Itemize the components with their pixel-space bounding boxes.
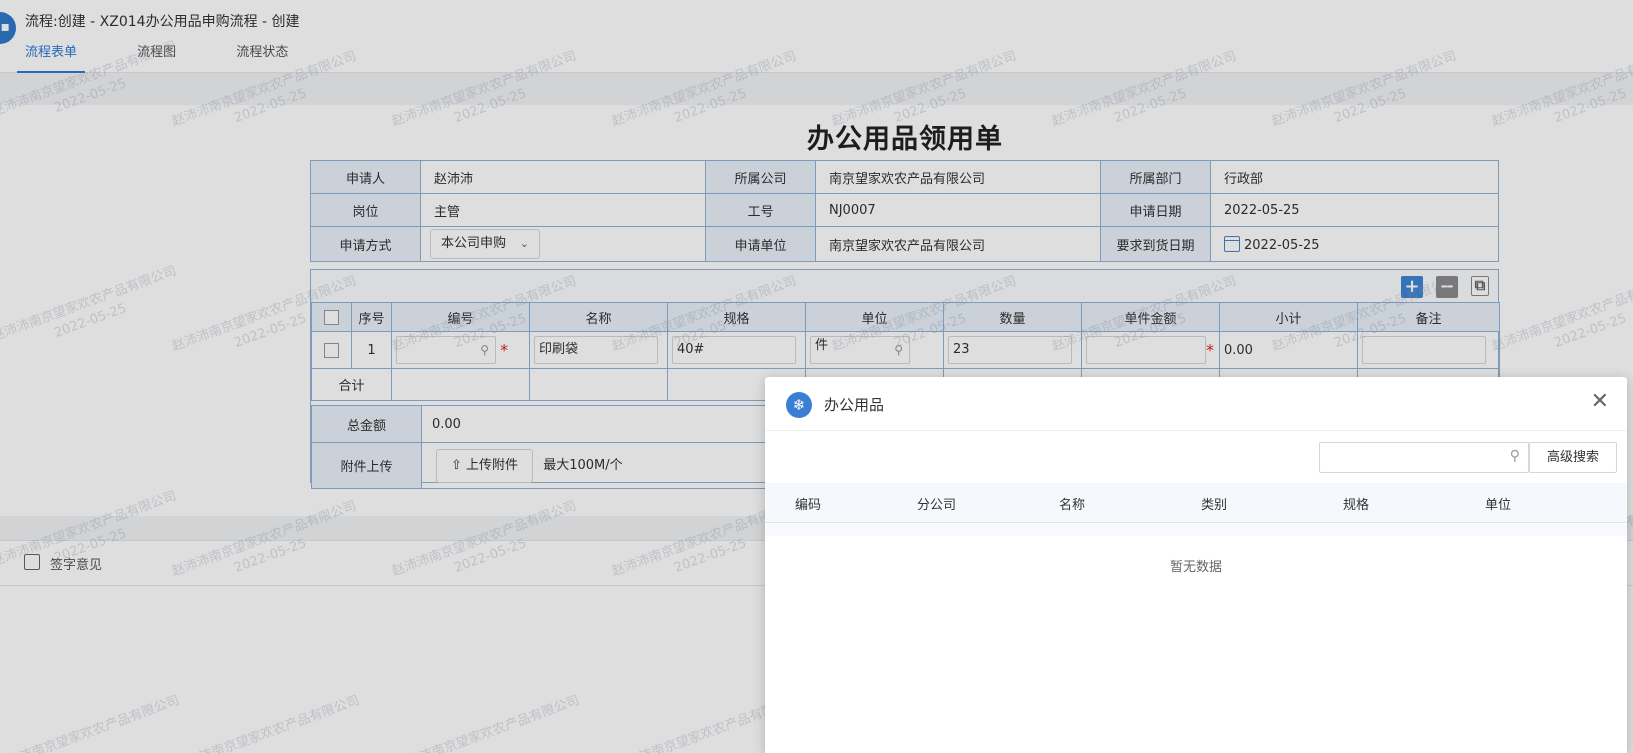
col-header: 名称 — [1059, 498, 1086, 513]
search-input[interactable]: ⚲ — [1319, 442, 1529, 473]
search-icon[interactable]: ⚲ — [1510, 448, 1520, 464]
col-header: 编码 — [795, 498, 822, 513]
col-header: 单位 — [1485, 498, 1512, 513]
close-icon[interactable]: ✕ — [1591, 389, 1609, 414]
grid-band — [765, 524, 1627, 536]
dialog-header: ❄ 办公用品 ✕ — [765, 377, 1627, 431]
dialog-search-bar: ⚲ 高级搜索 — [765, 431, 1627, 483]
snowflake-icon: ❄ — [786, 392, 812, 418]
dialog-grid-header: 编码 分公司 名称 类别 规格 单位 — [765, 483, 1627, 523]
col-header: 类别 — [1201, 498, 1228, 513]
dialog-title: 办公用品 — [824, 396, 885, 414]
advanced-search-button[interactable]: 高级搜索 — [1529, 442, 1617, 473]
office-supplies-dialog: ❄ 办公用品 ✕ ⚲ 高级搜索 编码 分公司 名称 类别 规格 单位 暂无数据 — [765, 377, 1627, 753]
col-header: 分公司 — [917, 498, 957, 513]
empty-state-text: 暂无数据 — [1169, 560, 1222, 575]
col-header: 规格 — [1343, 498, 1370, 513]
